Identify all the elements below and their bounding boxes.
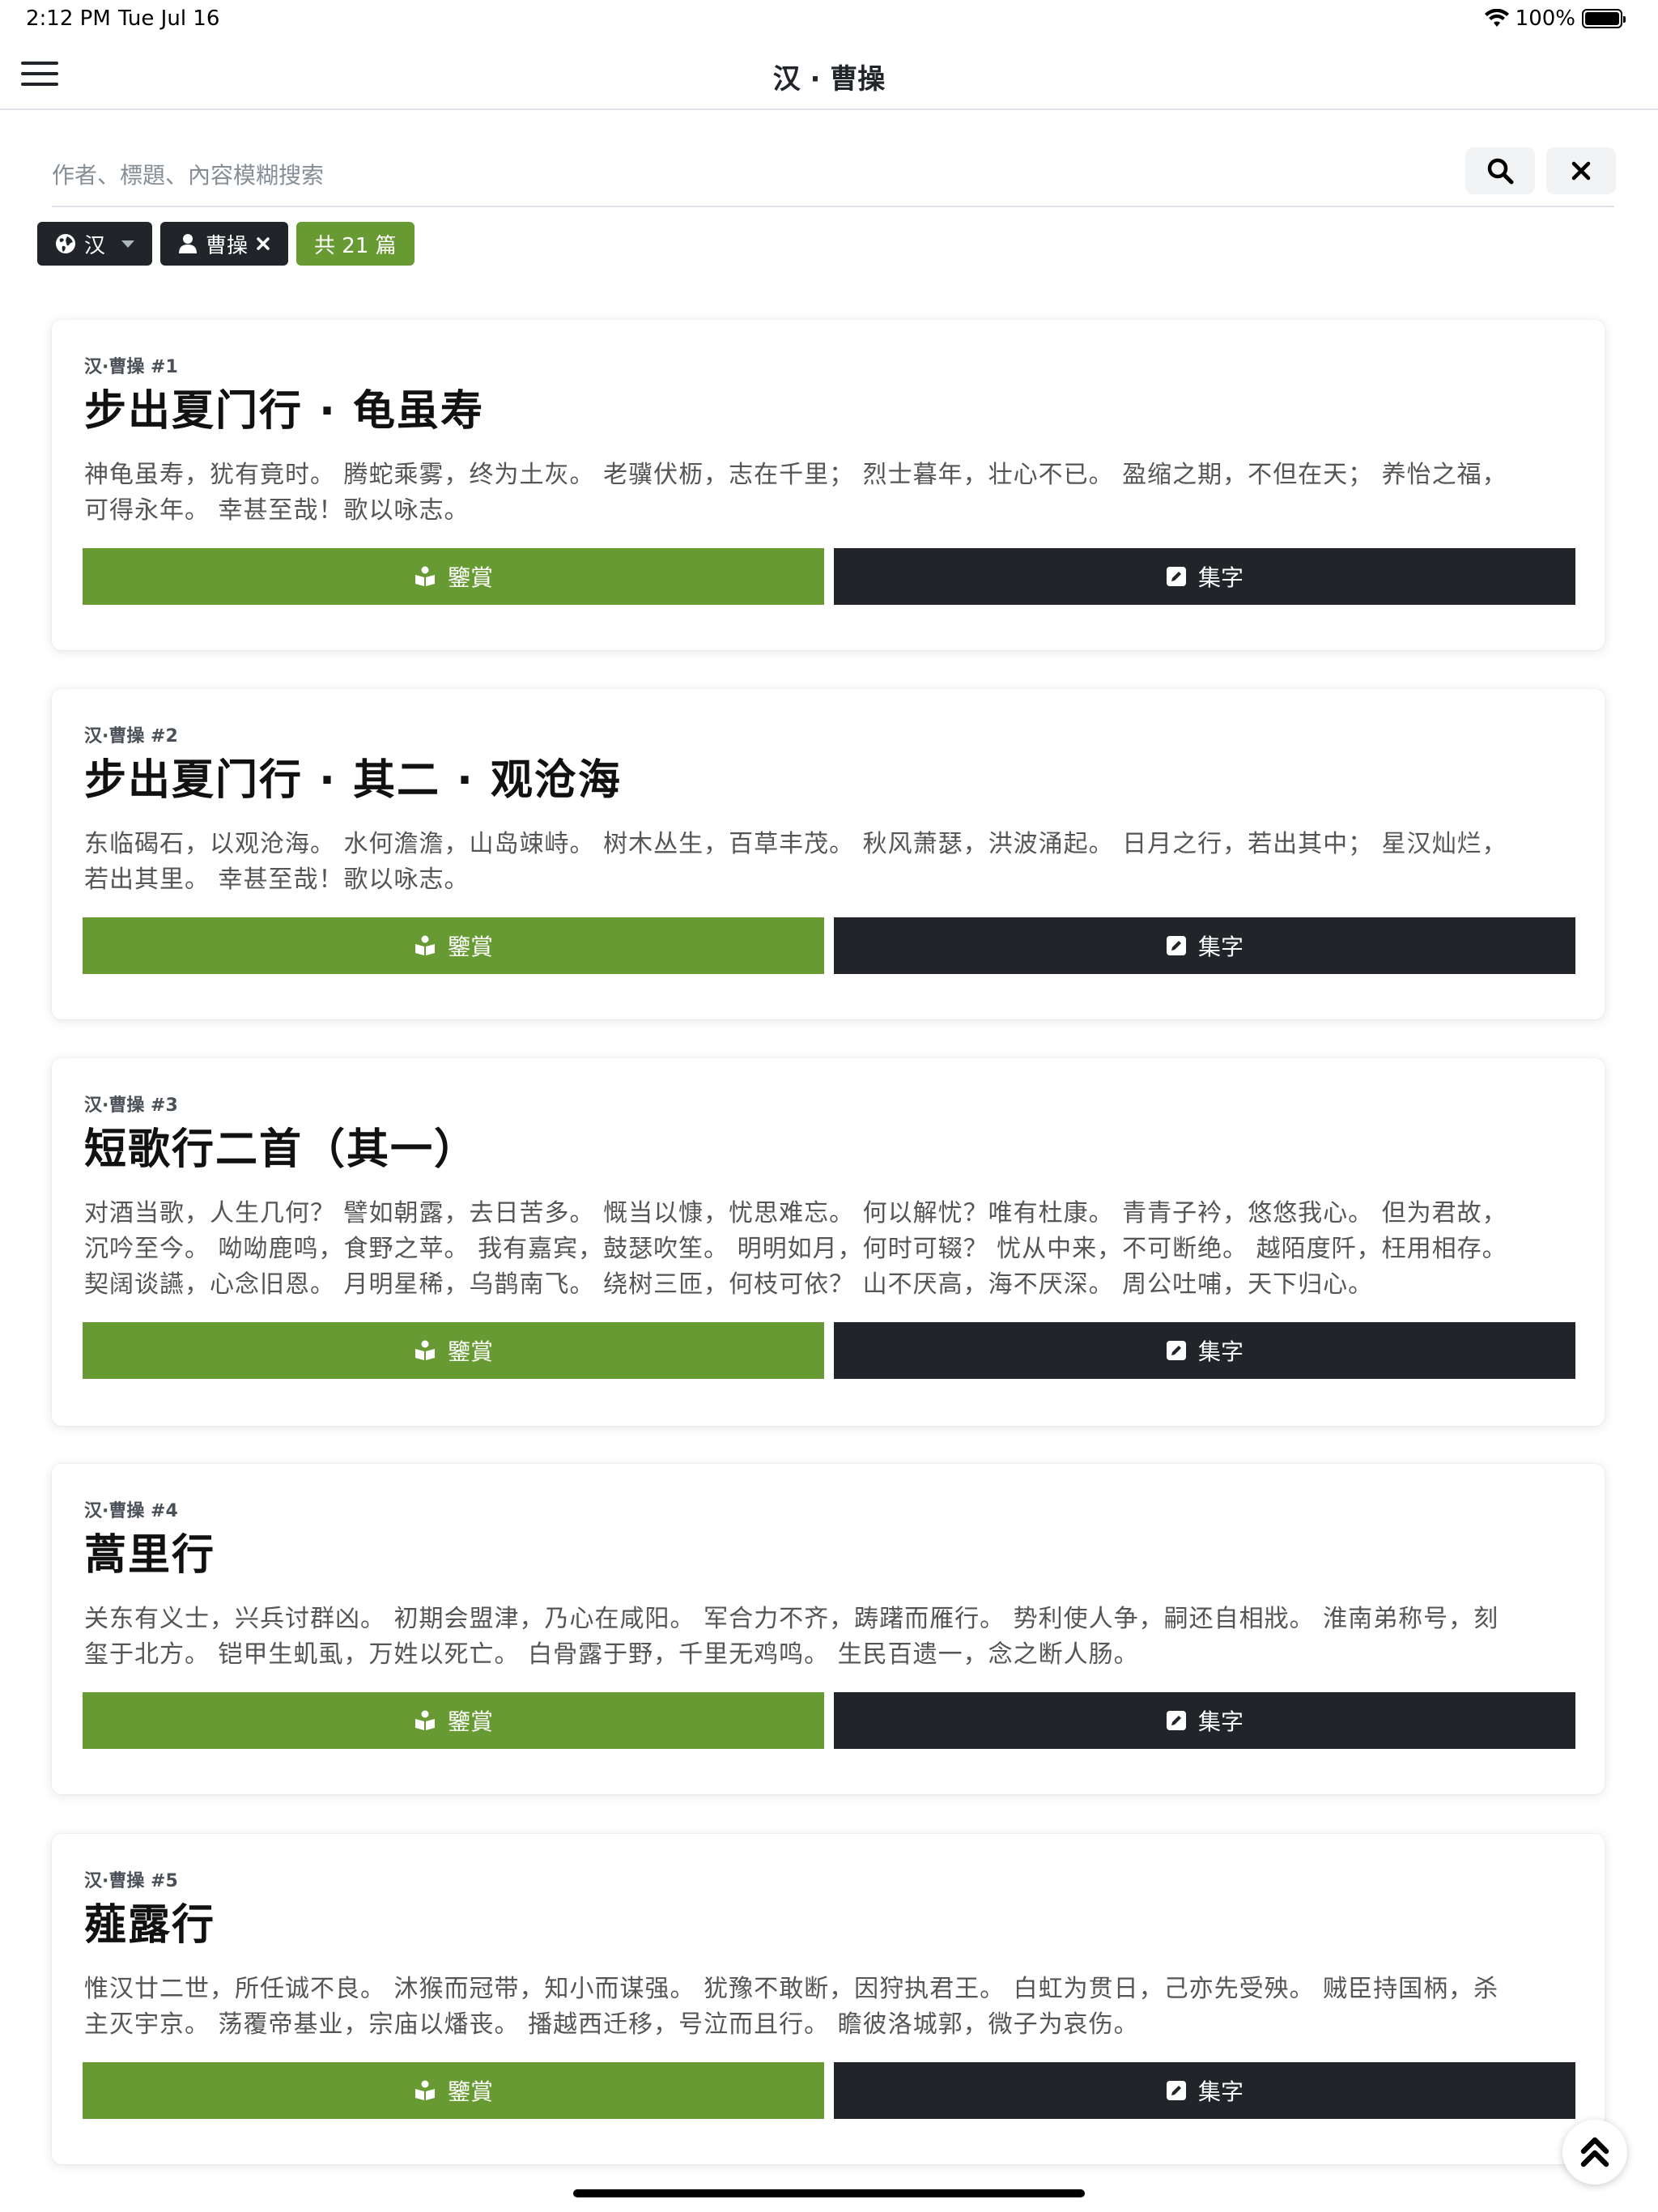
double-chevron-up-icon	[1580, 2137, 1609, 2167]
page-title: 汉 · 曹操	[772, 63, 886, 96]
collect-label: 集字	[1197, 1338, 1244, 1365]
poem-excerpt-line: 对酒当歌，人生几何？ 譬如朝露，去日苦多。 慨当以慷，忧思难忘。 何以解忧？唯有…	[84, 1199, 1507, 1227]
edit-icon	[1166, 1711, 1186, 1730]
collect-label: 集字	[1197, 934, 1244, 960]
poem-card[interactable]: 汉·曹操 #3 短歌行二首（其一） 对酒当歌，人生几何？ 譬如朝露，去日苦多。 慨当…	[52, 1058, 1605, 1426]
collect-label: 集字	[1197, 1708, 1244, 1735]
result-count-badge: 共 21 篇	[296, 222, 414, 266]
status-date: Tue Jul 16	[118, 6, 220, 31]
appreciate-button[interactable]: 鑒賞	[83, 917, 824, 974]
poem-excerpt: 神龟虽寿，犹有竟时。 腾蛇乘雾，终为土灰。 老骥伏枥，志在千里； 烈士暮年，壮心…	[84, 457, 1574, 529]
appreciate-button[interactable]: 鑒賞	[83, 1692, 824, 1749]
book-reader-icon	[414, 1710, 435, 1730]
collect-characters-button[interactable]: 集字	[834, 917, 1575, 974]
book-reader-icon	[414, 566, 435, 586]
poem-card[interactable]: 汉·曹操 #1 步出夏门行 · 龟虽寿神龟虽寿，犹有竟时。 腾蛇乘雾，终为土灰。 …	[52, 320, 1605, 650]
clear-search-button[interactable]	[1546, 147, 1616, 194]
book-reader-icon	[414, 2080, 435, 2100]
appreciate-label: 鑒賞	[447, 564, 493, 591]
collect-characters-button[interactable]: 集字	[834, 1322, 1575, 1379]
caret-down-icon	[121, 240, 135, 248]
poem-excerpt-line: 关东有义士，兴兵讨群凶。 初期会盟津，乃心在咸阳。 军合力不齐，踌躇而雁行。 势…	[84, 1605, 1499, 1633]
edit-icon	[1166, 936, 1186, 955]
poem-excerpt-line: 神龟虽寿，犹有竟时。 腾蛇乘雾，终为土灰。 老骥伏枥，志在千里； 烈士暮年，壮心…	[84, 461, 1507, 489]
dynasty-filter-label: 汉	[84, 233, 106, 258]
status-time: 2:12 PM	[26, 6, 111, 31]
filter-chips: 汉 曹操 共 21 篇	[37, 222, 414, 266]
appreciate-label: 鑒賞	[447, 1708, 493, 1735]
poem-excerpt-line: 沉吟至今。 呦呦鹿鸣，食野之苹。 我有嘉宾，鼓瑟吹笙。 明明如月，何时可辍？ 忧…	[84, 1235, 1507, 1263]
poem-meta: 汉·曹操 #1	[84, 357, 178, 377]
poem-excerpt-line: 可得永年。 幸甚至哉！歌以咏志。	[84, 496, 470, 525]
edit-icon	[1166, 2081, 1186, 2100]
poem-title[interactable]: 蒿里行	[84, 1521, 215, 1581]
search-bar	[52, 146, 1616, 207]
navbar: 汉 · 曹操	[0, 37, 1658, 110]
poem-title[interactable]: 薤露行	[84, 1891, 215, 1951]
poem-excerpt-line: 东临碣石，以观沧海。 水何澹澹，山岛竦峙。 树木丛生，百草丰茂。 秋风萧瑟，洪波…	[84, 830, 1507, 858]
poem-title[interactable]: 步出夏门行 · 龟虽寿	[84, 376, 484, 437]
battery-icon	[1582, 9, 1626, 28]
edit-icon	[1166, 1341, 1186, 1360]
poem-excerpt: 惟汉廿二世，所任诚不良。 沐猴而冠带，知小而谋强。 犹豫不敢断，因狩执君王。 白…	[84, 1972, 1574, 2043]
dynasty-filter-dropdown[interactable]: 汉	[37, 222, 153, 266]
globe-icon	[56, 234, 75, 253]
book-reader-icon	[414, 935, 435, 955]
collect-label: 集字	[1197, 2078, 1244, 2105]
poem-excerpt-line: 惟汉廿二世，所任诚不良。 沐猴而冠带，知小而谋强。 犹豫不敢断，因狩执君王。 白…	[84, 1975, 1499, 2003]
search-icon	[1487, 158, 1514, 185]
poem-card[interactable]: 汉·曹操 #5 薤露行惟汉廿二世，所任诚不良。 沐猴而冠带，知小而谋强。 犹豫不敢…	[52, 1834, 1605, 2164]
poem-title[interactable]: 步出夏门行 · 其二 · 观沧海	[84, 746, 622, 806]
poem-meta: 汉·曹操 #2	[84, 726, 178, 747]
user-icon	[179, 234, 198, 253]
collect-characters-button[interactable]: 集字	[834, 1692, 1575, 1749]
poem-excerpt: 对酒当歌，人生几何？ 譬如朝露，去日苦多。 慨当以慷，忧思难忘。 何以解忧？唯有…	[84, 1196, 1574, 1303]
book-reader-icon	[414, 1340, 435, 1360]
poem-excerpt: 关东有义士，兴兵讨群凶。 初期会盟津，乃心在咸阳。 军合力不齐，踌躇而雁行。 势…	[84, 1602, 1574, 1673]
poem-excerpt: 东临碣石，以观沧海。 水何澹澹，山岛竦峙。 树木丛生，百草丰茂。 秋风萧瑟，洪波…	[84, 827, 1574, 898]
author-filter-label: 曹操	[206, 233, 249, 258]
appreciate-label: 鑒賞	[447, 2078, 493, 2105]
poem-excerpt-line: 主灭宇京。 荡覆帝基业，宗庙以燔丧。 播越西迁移，号泣而且行。 瞻彼洛城郭，微子…	[84, 2010, 1139, 2039]
collect-label: 集字	[1197, 564, 1244, 591]
poem-title[interactable]: 短歌行二首（其一）	[84, 1115, 478, 1176]
appreciate-button[interactable]: 鑒賞	[83, 1322, 824, 1379]
poem-meta: 汉·曹操 #4	[84, 1501, 178, 1521]
poem-excerpt-line: 若出其里。 幸甚至哉！歌以咏志。	[84, 866, 470, 894]
status-right: 100%	[1484, 6, 1626, 31]
remove-filter-icon[interactable]	[256, 236, 270, 251]
poem-excerpt-line: 契阔谈讌，心念旧恩。 月明星稀，乌鹊南飞。 绕树三匝，何枝可依？ 山不厌高，海不…	[84, 1270, 1374, 1299]
collect-characters-button[interactable]: 集字	[834, 548, 1575, 605]
appreciate-label: 鑒賞	[447, 1338, 493, 1365]
appreciate-button[interactable]: 鑒賞	[83, 2062, 824, 2119]
search-input[interactable]	[52, 146, 1428, 204]
poem-card[interactable]: 汉·曹操 #2 步出夏门行 · 其二 · 观沧海东临碣石，以观沧海。 水何澹澹，山…	[52, 689, 1605, 1019]
result-count-label: 共 21 篇	[314, 233, 397, 258]
collect-characters-button[interactable]: 集字	[834, 2062, 1575, 2119]
poem-card[interactable]: 汉·曹操 #4 蒿里行关东有义士，兴兵讨群凶。 初期会盟津，乃心在咸阳。 军合力不…	[52, 1464, 1605, 1794]
search-button[interactable]	[1465, 147, 1535, 194]
close-icon	[1571, 161, 1591, 181]
scroll-to-top-button[interactable]	[1562, 2120, 1627, 2184]
wifi-icon	[1484, 9, 1509, 27]
home-indicator[interactable]	[573, 2189, 1085, 2197]
status-bar: 2:12 PM Tue Jul 16 100%	[0, 0, 1658, 37]
poem-meta: 汉·曹操 #5	[84, 1871, 178, 1891]
appreciate-button[interactable]: 鑒賞	[83, 548, 824, 605]
poem-excerpt-line: 玺于北方。 铠甲生虮虱，万姓以死亡。 白骨露于野，千里无鸡鸣。 生民百遗一，念之…	[84, 1640, 1139, 1669]
battery-percent: 100%	[1515, 6, 1575, 31]
appreciate-label: 鑒賞	[447, 934, 493, 960]
poem-meta: 汉·曹操 #3	[84, 1095, 178, 1116]
author-filter-chip[interactable]: 曹操	[160, 222, 289, 266]
edit-icon	[1166, 567, 1186, 586]
